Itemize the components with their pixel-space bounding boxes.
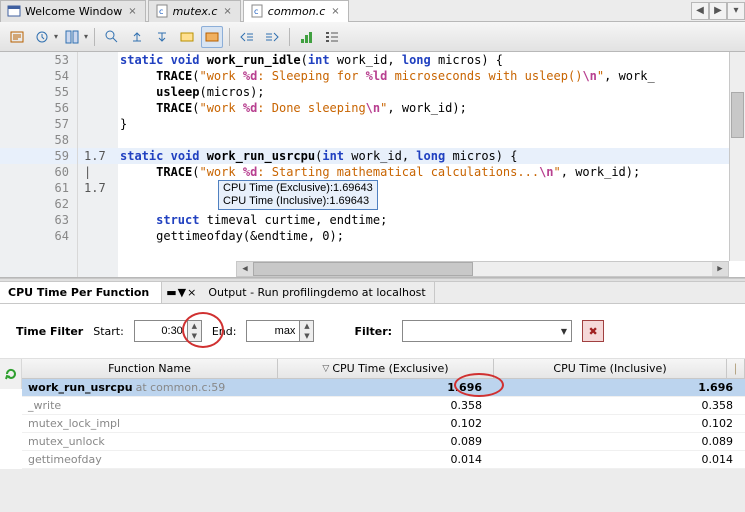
close-icon[interactable]: × (221, 6, 233, 17)
separator (229, 28, 230, 46)
panel-tab-label: Output - Run profilingdemo at localhost (208, 286, 425, 299)
filter-select[interactable]: ▼ (402, 320, 572, 342)
chevron-down-icon: ▼ (561, 327, 567, 336)
separator (289, 28, 290, 46)
tab-next-button[interactable]: ▶ (709, 2, 727, 20)
tab-list-button[interactable]: ▾ (727, 2, 745, 20)
prev-bookmark-button[interactable] (126, 26, 148, 48)
panel-tab-cpu[interactable]: CPU Time Per Function (0, 282, 162, 303)
tab-label: mutex.c (173, 5, 218, 18)
close-icon[interactable]: × (126, 6, 138, 17)
table-row[interactable]: mutex_unlock 0.089 0.089 (22, 433, 745, 451)
refresh-button[interactable] (0, 359, 22, 389)
source-button[interactable] (6, 26, 28, 48)
find-button[interactable] (101, 26, 123, 48)
time-filter-label: Time Filter (16, 325, 83, 338)
shift-right-button[interactable] (261, 26, 283, 48)
col-cpu-exclusive[interactable]: ▽CPU Time (Exclusive) (278, 359, 494, 378)
end-label: End: (212, 325, 237, 338)
col-cpu-inclusive[interactable]: CPU Time (Inclusive) (494, 359, 727, 378)
sort-desc-icon: ▽ (322, 364, 329, 374)
code-editor[interactable]: static void work_run_idle(int work_id, l… (118, 52, 745, 277)
dropdown-caret-icon[interactable]: ▾ (84, 32, 88, 41)
c-file-icon: c (155, 4, 169, 18)
toggle-marks-button[interactable] (201, 26, 223, 48)
list-view-button[interactable] (321, 26, 343, 48)
horizontal-scrollbar[interactable]: ◀▶ (236, 261, 729, 277)
svg-text:c: c (254, 7, 258, 16)
panel-tab-label: CPU Time Per Function (8, 286, 149, 299)
close-icon[interactable]: × (187, 286, 196, 299)
start-label: Start: (93, 325, 124, 338)
shift-left-button[interactable] (236, 26, 258, 48)
separator (94, 28, 95, 46)
tab-common[interactable]: c common.c × (243, 0, 349, 22)
diff-button[interactable] (61, 26, 83, 48)
column-config-button[interactable] (727, 359, 745, 378)
close-icon[interactable]: × (329, 6, 341, 17)
spin-down-icon[interactable]: ▼ (188, 331, 201, 341)
next-bookmark-button[interactable] (151, 26, 173, 48)
start-input[interactable]: ▲▼ (134, 320, 202, 342)
col-function-name[interactable]: Function Name (22, 359, 278, 378)
table-row[interactable]: mutex_lock_impl 0.102 0.102 (22, 415, 745, 433)
tab-label: Welcome Window (25, 5, 122, 18)
history-button[interactable] (31, 26, 53, 48)
spin-down-icon[interactable]: ▼ (300, 331, 313, 341)
metrics-button[interactable] (296, 26, 318, 48)
filter-label: Filter: (354, 325, 392, 338)
end-input[interactable]: ▲▼ (246, 320, 314, 342)
window-icon (7, 4, 21, 18)
dropdown-caret-icon[interactable]: ▾ (54, 32, 58, 41)
metric-gutter: 1.7 | 1.7 (78, 52, 118, 277)
c-file-icon: c (250, 4, 264, 18)
minimize-icon[interactable]: ▬ (166, 286, 176, 299)
function-table: Function Name ▽CPU Time (Exclusive) CPU … (22, 359, 745, 469)
table-row[interactable]: work_run_usrcpuat common.c:59 1.696 1.69… (22, 379, 745, 397)
tab-label: common.c (268, 5, 325, 18)
svg-text:c: c (159, 7, 163, 16)
tab-welcome[interactable]: Welcome Window × (0, 0, 146, 22)
panel-tab-output[interactable]: Output - Run profilingdemo at localhost (200, 282, 434, 303)
vertical-scrollbar[interactable] (729, 52, 745, 261)
dropdown-icon[interactable]: ▼ (178, 286, 186, 299)
metric-tooltip: CPU Time (Exclusive):1.69643 CPU Time (I… (218, 180, 378, 210)
spin-up-icon[interactable]: ▲ (188, 321, 201, 331)
table-row[interactable]: gettimeofday 0.014 0.014 (22, 451, 745, 469)
tab-mutex[interactable]: c mutex.c × (148, 0, 241, 22)
toggle-highlight-button[interactable] (176, 26, 198, 48)
spin-up-icon[interactable]: ▲ (300, 321, 313, 331)
tab-prev-button[interactable]: ◀ (691, 2, 709, 20)
table-row[interactable]: _write 0.358 0.358 (22, 397, 745, 415)
line-number-gutter: 53 54 55 56 57 58 59 60 61 62 63 64 (0, 52, 78, 277)
clear-filter-button[interactable]: ✖ (582, 320, 604, 342)
